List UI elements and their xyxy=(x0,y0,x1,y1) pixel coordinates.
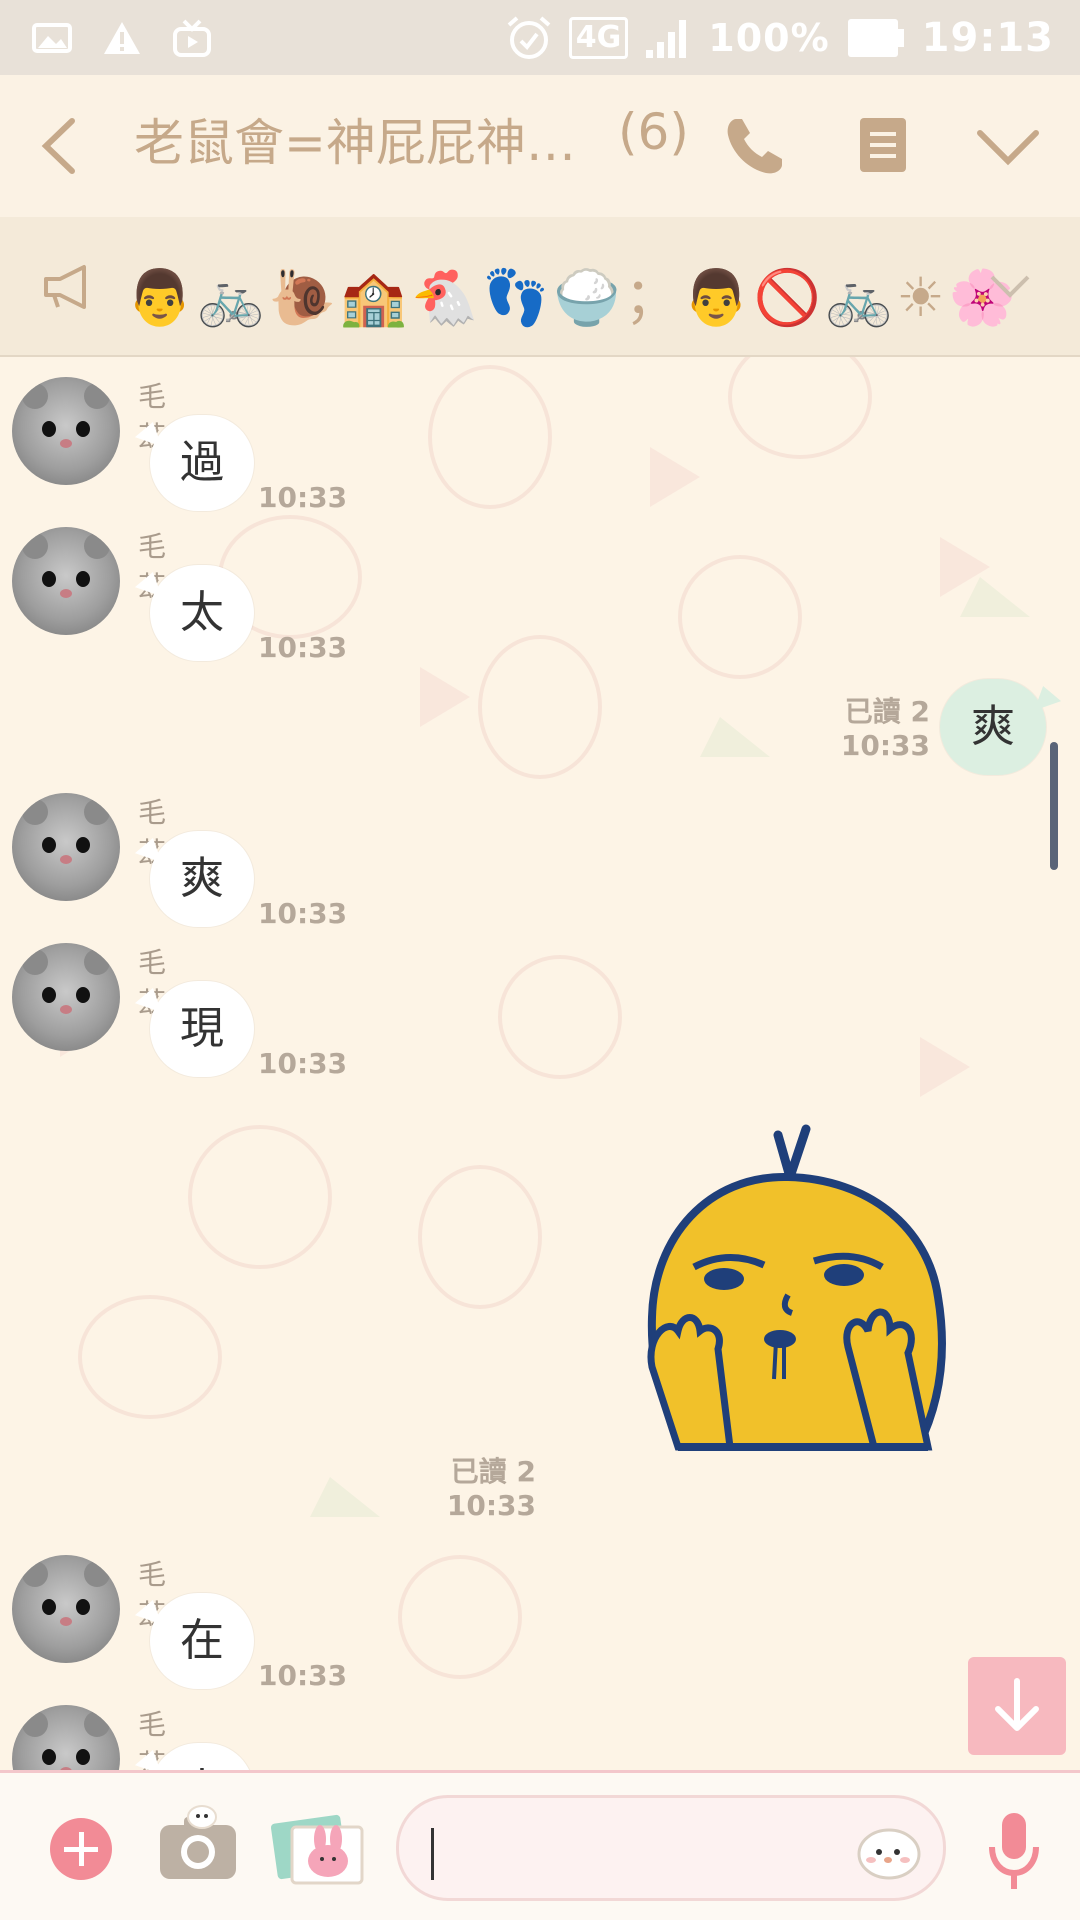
warning-icon xyxy=(104,21,140,54)
chat-title[interactable]: 老鼠會=神屁屁神… xyxy=(134,103,576,175)
sticker[interactable] xyxy=(638,1117,958,1497)
avatar[interactable] xyxy=(12,527,120,635)
plus-icon[interactable] xyxy=(50,1818,112,1880)
camera-icon[interactable] xyxy=(156,1803,240,1887)
phone-icon[interactable] xyxy=(722,115,786,179)
avatar[interactable] xyxy=(12,1555,120,1663)
member-count: (6) xyxy=(618,103,689,161)
megaphone-icon xyxy=(44,265,86,309)
tv-icon xyxy=(173,19,211,57)
signal-icon xyxy=(646,19,687,58)
announcement-text: 👨🚲🐌🏫🐔👣🍚；👨🚫🚲☀🌸 xyxy=(126,266,1021,329)
image-icon xyxy=(32,22,72,53)
alarm-icon xyxy=(507,15,551,59)
avatar[interactable] xyxy=(12,793,120,901)
chat-area[interactable]: 毛茲 過 10:33 毛茲 太 10:33 已讀 2 10:33 爽 毛茲 爽 … xyxy=(0,357,1080,1770)
message-time: 10:33 xyxy=(258,481,348,514)
gallery-icon[interactable] xyxy=(270,1805,366,1889)
back-icon[interactable] xyxy=(36,115,84,177)
message-bubble[interactable]: 在 xyxy=(150,1593,254,1689)
chat-header: 老鼠會=神屁屁神… (6) xyxy=(0,75,1080,217)
message-time: 10:33 xyxy=(258,1047,348,1080)
sticker-icon[interactable] xyxy=(855,1818,923,1882)
message-bubble[interactable]: 現 xyxy=(150,981,254,1077)
input-bar xyxy=(0,1770,1080,1920)
announcement-bar[interactable]: 👨🚲🐌🏫🐔👣🍚；👨🚫🚲☀🌸 xyxy=(0,217,1080,357)
battery-icon xyxy=(847,18,904,57)
scrollbar[interactable] xyxy=(1050,742,1058,870)
message-bubble[interactable]: 過 xyxy=(150,415,254,511)
message-input[interactable] xyxy=(396,1795,946,1901)
scroll-to-bottom-button[interactable] xyxy=(968,1657,1066,1755)
avatar[interactable] xyxy=(12,1705,120,1770)
text-caret xyxy=(431,1828,434,1880)
clock: 19:13 xyxy=(921,14,1054,61)
status-bar: 4G 100% 19:13 xyxy=(0,0,1080,75)
read-receipt: 已讀 2 10:33 xyxy=(840,695,930,762)
avatar[interactable] xyxy=(12,377,120,485)
message-time: 10:33 xyxy=(258,1659,348,1692)
arrow-down-icon xyxy=(995,1678,1039,1731)
mic-icon[interactable] xyxy=(986,1809,1042,1895)
message-time: 10:33 xyxy=(258,631,348,664)
message-time: 10:33 xyxy=(258,897,348,930)
avatar[interactable] xyxy=(12,943,120,1051)
expand-chevron-icon[interactable] xyxy=(988,273,1032,301)
battery-percent: 100% xyxy=(708,15,830,60)
message-bubble[interactable]: 太 xyxy=(150,565,254,661)
read-receipt: 已讀 2 10:33 xyxy=(446,1455,536,1522)
network-type: 4G xyxy=(568,16,629,59)
notes-icon[interactable] xyxy=(858,116,908,174)
message-bubble[interactable]: 爽 xyxy=(940,679,1046,775)
message-bubble[interactable]: 爽 xyxy=(150,831,254,927)
chevron-down-icon[interactable] xyxy=(976,127,1040,167)
